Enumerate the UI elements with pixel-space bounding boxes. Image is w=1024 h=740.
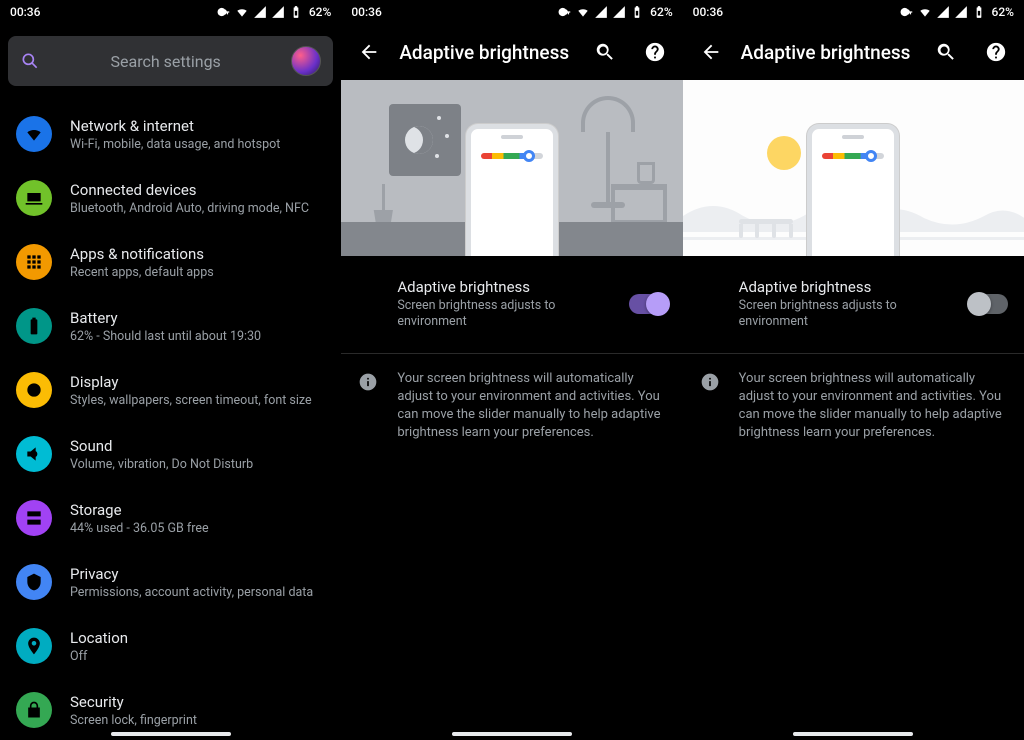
- search-icon: [20, 51, 40, 71]
- battery-icon: [972, 5, 986, 19]
- phone-mock-icon: [807, 124, 899, 256]
- settings-item-location[interactable]: LocationOff: [0, 614, 341, 678]
- phone-settings-root: 00:36 62% Search settings Network & inte…: [0, 0, 341, 740]
- info-text: Your screen brightness will automaticall…: [739, 370, 1008, 443]
- settings-item-storage[interactable]: Storage44% used - 36.05 GB free: [0, 486, 341, 550]
- adaptive-switch-off[interactable]: [970, 294, 1008, 314]
- display-icon: [16, 372, 52, 408]
- settings-search[interactable]: Search settings: [8, 36, 333, 86]
- search-placeholder: Search settings: [54, 52, 277, 71]
- cup-icon: [637, 162, 655, 184]
- search-button[interactable]: [585, 32, 625, 72]
- privacy-icon: [16, 564, 52, 600]
- toggle-subtitle: Screen brightness adjusts to environment: [397, 298, 616, 331]
- wifi-icon: [576, 5, 590, 19]
- lock-icon: [16, 692, 52, 728]
- settings-item-apps[interactable]: Apps & notificationsRecent apps, default…: [0, 230, 341, 294]
- wifi-icon: [235, 5, 249, 19]
- signal-icon: [936, 5, 950, 19]
- sun-icon: [767, 136, 801, 170]
- gesture-navbar[interactable]: [452, 732, 572, 736]
- vpn-key-icon: [900, 5, 914, 19]
- picnic-table-icon: [739, 219, 793, 238]
- signal2-icon: [271, 5, 285, 19]
- battery-icon: [289, 5, 303, 19]
- page-header: Adaptive brightness: [683, 24, 1024, 80]
- page-title: Adaptive brightness: [741, 41, 916, 64]
- signal2-icon: [612, 5, 626, 19]
- settings-item-privacy[interactable]: PrivacyPermissions, account activity, pe…: [0, 550, 341, 614]
- help-button[interactable]: [976, 32, 1016, 72]
- vpn-key-icon: [217, 5, 231, 19]
- vpn-key-icon: [558, 5, 572, 19]
- help-button[interactable]: [635, 32, 675, 72]
- settings-item-battery[interactable]: Battery62% - Should last until about 19:…: [0, 294, 341, 358]
- side-table-icon: [611, 184, 667, 224]
- settings-item-network[interactable]: Network & internetWi-Fi, mobile, data us…: [0, 102, 341, 166]
- apps-icon: [16, 244, 52, 280]
- status-bar: 00:36 62%: [0, 0, 341, 24]
- toggle-title: Adaptive brightness: [739, 278, 958, 296]
- storage-icon: [16, 500, 52, 536]
- adaptive-switch-on[interactable]: [629, 294, 667, 314]
- devices-icon: [16, 180, 52, 216]
- page-header: Adaptive brightness: [341, 24, 682, 80]
- phone-adaptive-on: 00:36 62% Adaptive brightness: [341, 0, 682, 740]
- gesture-navbar[interactable]: [793, 732, 913, 736]
- status-bar: 00:36 62%: [341, 0, 682, 24]
- settings-item-display[interactable]: DisplayStyles, wallpapers, screen timeou…: [0, 358, 341, 422]
- info-icon: [357, 370, 379, 443]
- signal-icon: [594, 5, 608, 19]
- status-time: 00:36: [10, 5, 40, 19]
- signal2-icon: [954, 5, 968, 19]
- sound-icon: [16, 436, 52, 472]
- adaptive-toggle-row[interactable]: Adaptive brightness Screen brightness ad…: [341, 256, 682, 353]
- battery-icon: [16, 308, 52, 344]
- info-row: Your screen brightness will automaticall…: [683, 354, 1024, 459]
- signal-icon: [253, 5, 267, 19]
- window-moon-icon: [389, 104, 461, 176]
- location-icon: [16, 628, 52, 664]
- wifi-icon: [918, 5, 932, 19]
- info-icon: [699, 370, 721, 443]
- search-button[interactable]: [926, 32, 966, 72]
- wifi-icon: [16, 116, 52, 152]
- settings-item-security[interactable]: SecurityScreen lock, fingerprint: [0, 678, 341, 740]
- status-bar: 00:36 62%: [683, 0, 1024, 24]
- page-title: Adaptive brightness: [399, 41, 574, 64]
- info-text: Your screen brightness will automaticall…: [397, 370, 666, 443]
- toggle-subtitle: Screen brightness adjusts to environment: [739, 298, 958, 331]
- toggle-title: Adaptive brightness: [397, 278, 616, 296]
- settings-item-devices[interactable]: Connected devicesBluetooth, Android Auto…: [0, 166, 341, 230]
- status-battery-pct: 62%: [309, 5, 331, 19]
- hero-illustration-night: [341, 80, 682, 256]
- info-row: Your screen brightness will automaticall…: [341, 354, 682, 459]
- status-icons: 62%: [217, 5, 331, 19]
- settings-list: Network & internetWi-Fi, mobile, data us…: [0, 98, 341, 740]
- back-button[interactable]: [349, 32, 389, 72]
- back-button[interactable]: [691, 32, 731, 72]
- gesture-navbar[interactable]: [111, 732, 231, 736]
- adaptive-toggle-row[interactable]: Adaptive brightness Screen brightness ad…: [683, 256, 1024, 353]
- phone-adaptive-off: 00:36 62% Adaptive brightness: [683, 0, 1024, 740]
- settings-item-sound[interactable]: SoundVolume, vibration, Do Not Disturb: [0, 422, 341, 486]
- profile-avatar[interactable]: [291, 46, 321, 76]
- phone-mock-icon: [466, 124, 558, 256]
- battery-icon: [630, 5, 644, 19]
- hero-illustration-day: [683, 80, 1024, 256]
